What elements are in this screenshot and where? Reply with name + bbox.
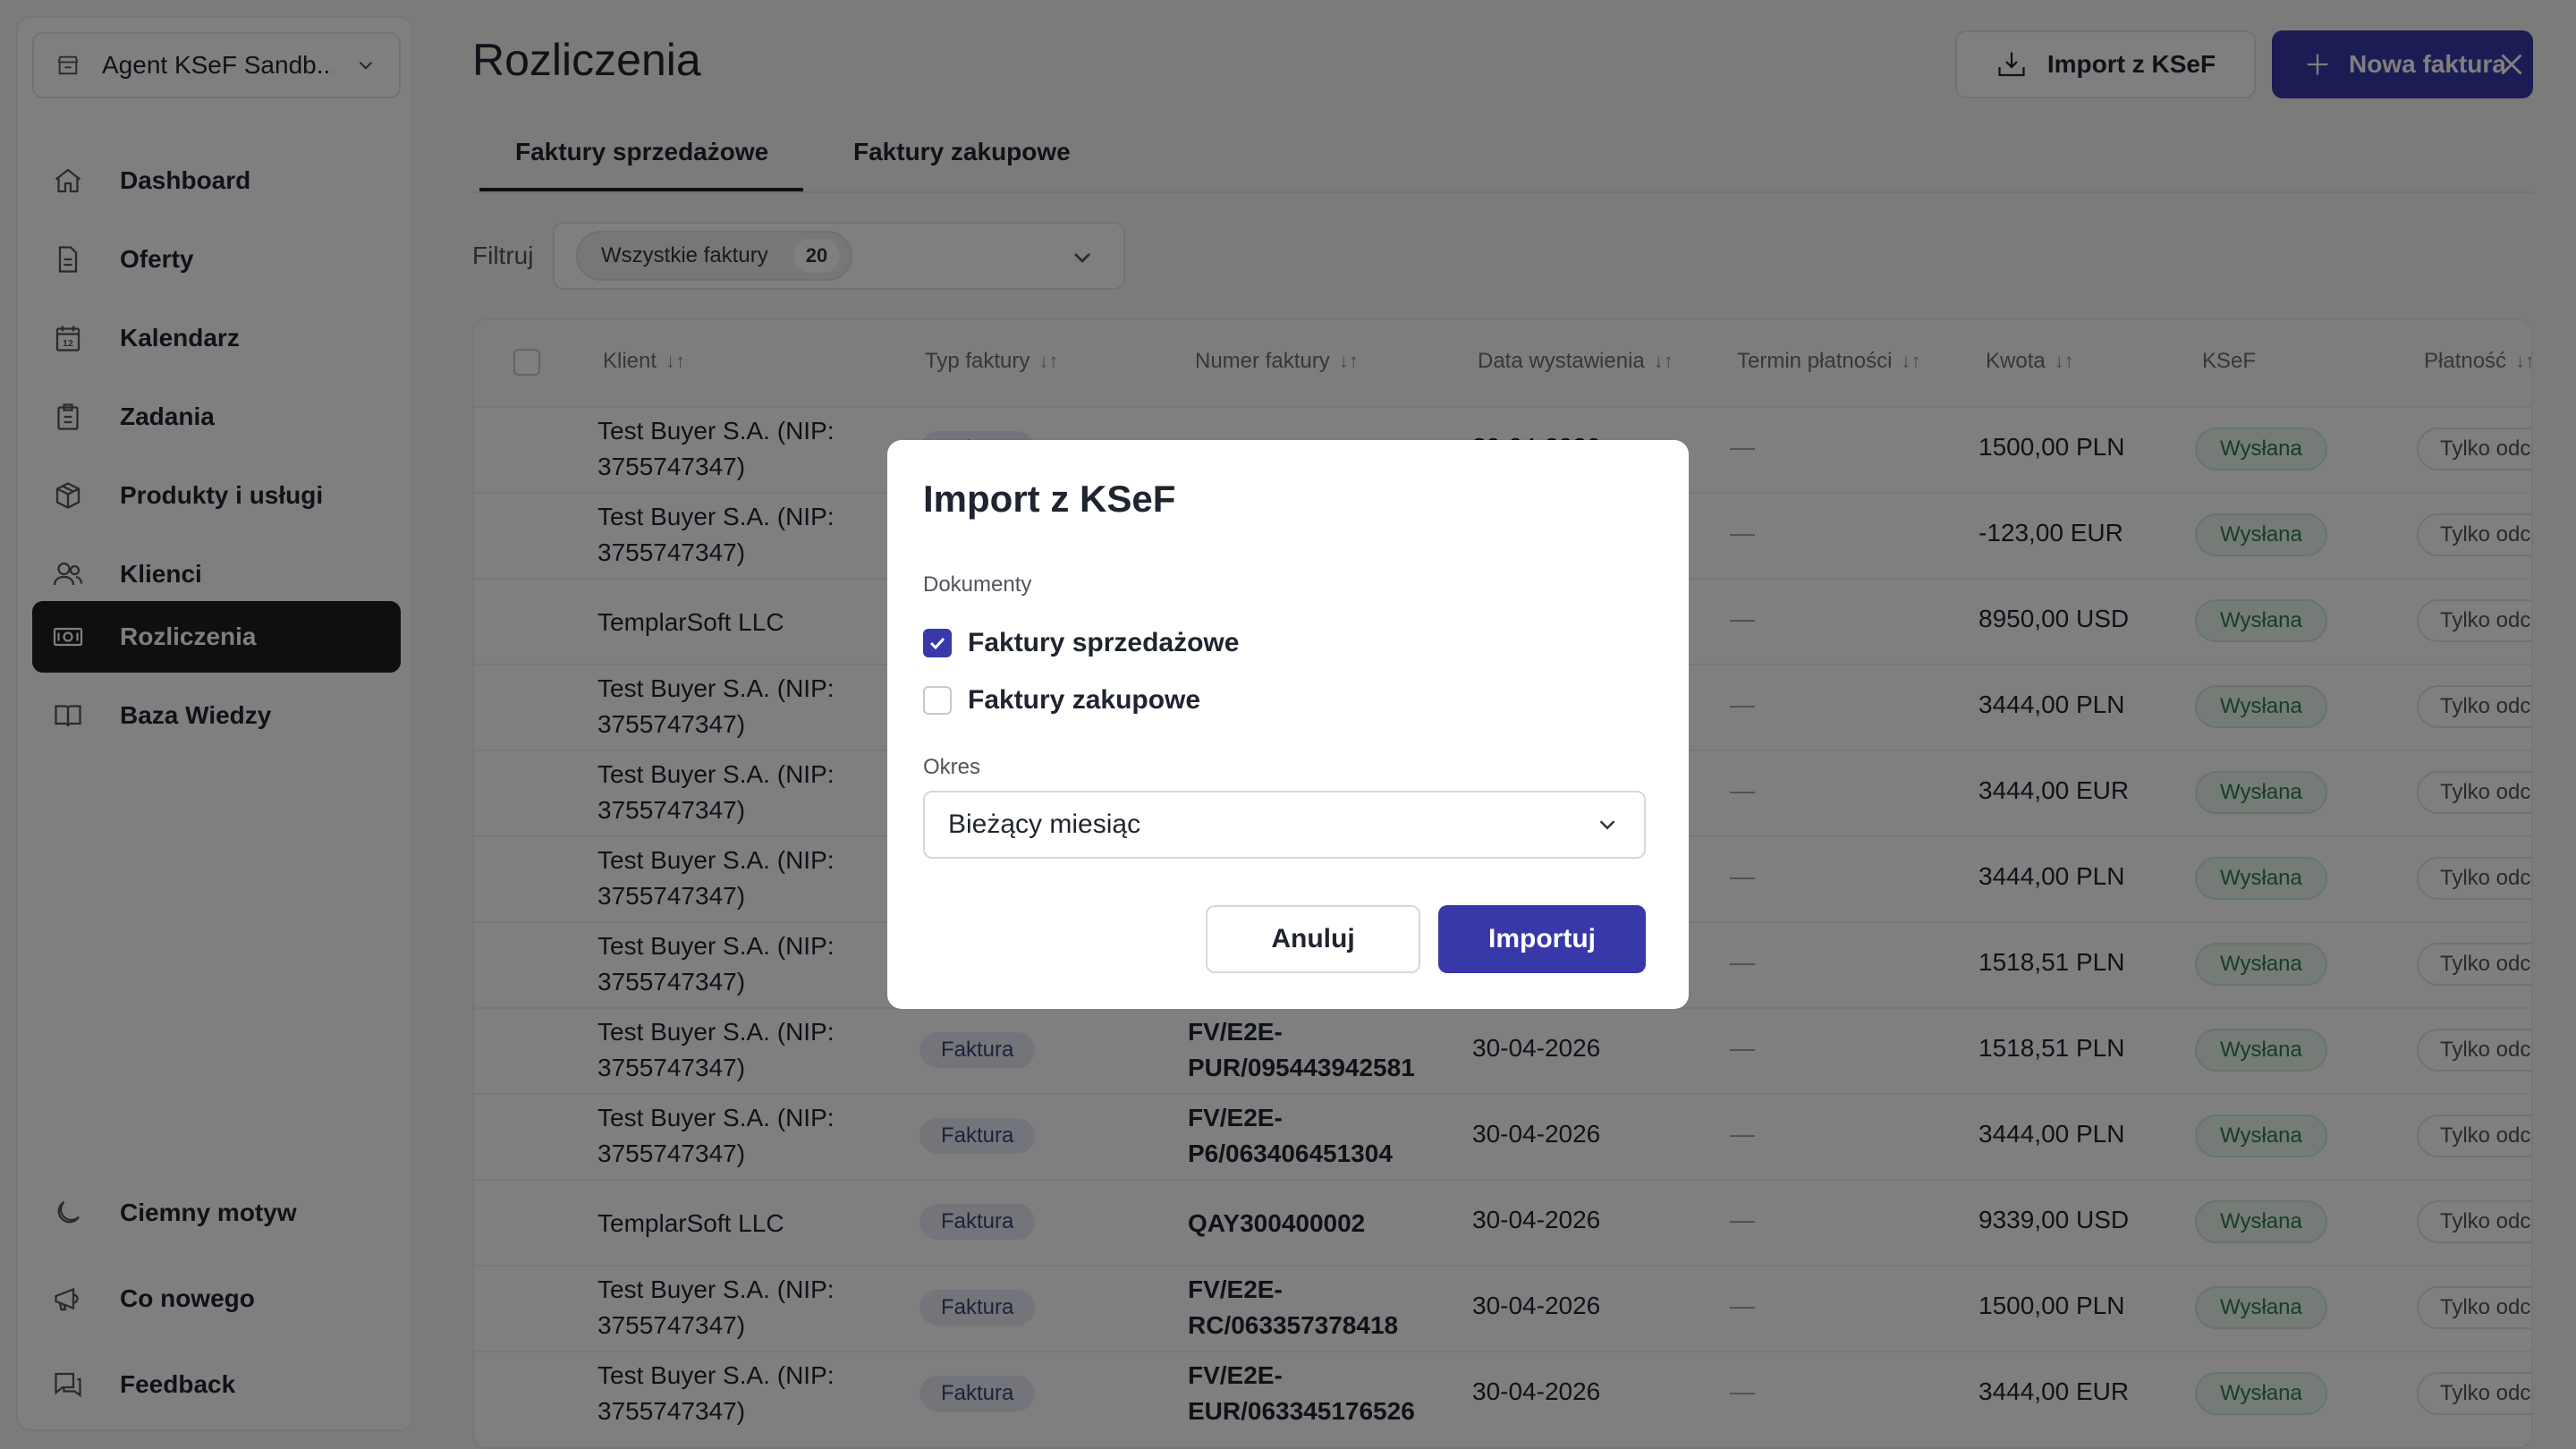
documents-label: Dokumenty	[923, 572, 1032, 597]
purchase-option-label: Faktury zakupowe	[968, 685, 1201, 715]
period-select[interactable]: Bieżący miesiąc	[923, 791, 1646, 859]
chevron-down-icon	[1599, 820, 1615, 830]
import-button[interactable]: Importuj	[1438, 905, 1646, 973]
import-ksef-modal: Import z KSeF Dokumenty Faktury sprzedaż…	[887, 440, 1689, 1009]
option-sales-invoices[interactable]: Faktury sprzedażowe	[923, 628, 1239, 658]
period-value: Bieżący miesiąc	[948, 809, 1141, 839]
sales-checkbox[interactable]	[923, 629, 952, 657]
option-purchase-invoices[interactable]: Faktury zakupowe	[923, 685, 1200, 716]
modal-title: Import z KSeF	[923, 478, 1176, 520]
period-label: Okres	[923, 755, 981, 779]
purchase-checkbox[interactable]	[923, 686, 952, 715]
cancel-button[interactable]: Anuluj	[1206, 905, 1420, 973]
check-icon	[929, 637, 945, 650]
sales-option-label: Faktury sprzedażowe	[968, 628, 1240, 657]
